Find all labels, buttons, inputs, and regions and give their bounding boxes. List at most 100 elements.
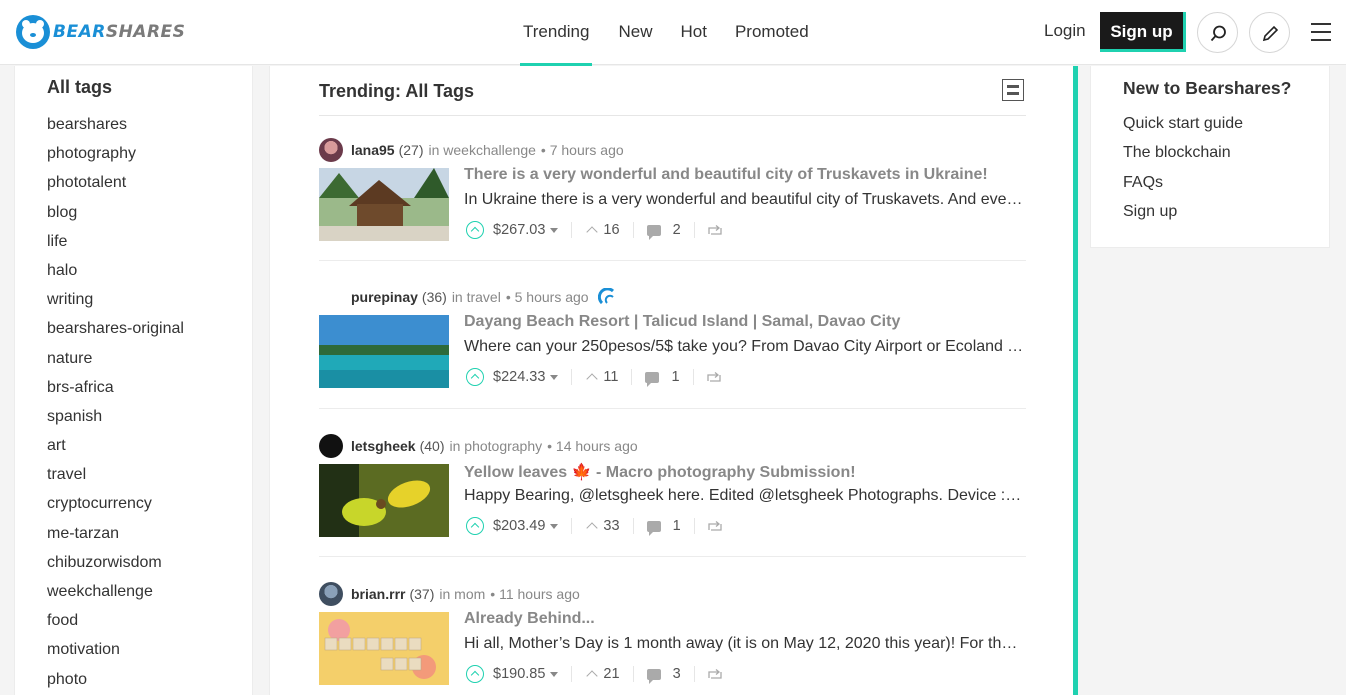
comment-icon[interactable] [645,371,660,387]
welcome-heading: New to Bearshares? [1123,78,1292,98]
nav-hot[interactable]: Hot [666,0,720,65]
vote-count[interactable]: 11 [603,369,618,385]
signup-button[interactable]: Sign up [1100,12,1186,52]
tag-link[interactable]: food [47,612,184,641]
caret-down-icon[interactable] [550,523,559,529]
author-name[interactable]: purepinay [351,289,418,305]
comment-count[interactable]: 3 [673,666,681,682]
post-thumbnail[interactable] [319,315,449,388]
payout-value[interactable]: $190.85 [493,666,545,682]
post-author-row: brian.rrr (37) in mom • 11 hours ago [319,582,580,606]
comment-icon[interactable] [646,224,661,240]
reblog-icon[interactable] [707,225,722,235]
tag-link[interactable]: motivation [47,641,184,670]
comment-count[interactable]: 2 [673,222,681,238]
upvote-icon[interactable] [466,665,484,683]
upvote-icon[interactable] [466,517,484,535]
layout-toggle-icon[interactable] [1002,79,1024,101]
post-title[interactable]: Yellow leaves 🍁 - Macro photography Subm… [464,462,1024,482]
post-author-row: letsgheek (40) in photography • 14 hours… [319,434,638,458]
tag-link[interactable]: brs-africa [47,379,184,408]
tag-link[interactable]: chibuzorwisdom [47,554,184,583]
reblog-icon[interactable] [706,372,721,382]
post-excerpt[interactable]: In Ukraine there is a very wonderful and… [464,191,1024,209]
caret-down-icon[interactable] [550,374,559,380]
tag-link[interactable]: writing [47,291,184,320]
tag-link[interactable]: life [47,233,184,262]
tag-link[interactable]: photo [47,671,184,695]
tag-link[interactable]: blog [47,204,184,233]
tag-link[interactable]: art [47,437,184,466]
tag-link[interactable]: nature [47,350,184,379]
post-time: • 5 hours ago [505,289,589,305]
payout-value[interactable]: $267.03 [493,222,545,238]
write-post-button[interactable] [1249,12,1290,53]
tag-link[interactable]: bearshares-original [47,320,184,349]
comment-count[interactable]: 1 [671,369,679,385]
nav-new[interactable]: New [604,0,666,65]
author-name[interactable]: lana95 [351,142,395,158]
post-excerpt[interactable]: Happy Bearing, @letsgheek here. Edited @… [464,487,1024,505]
hamburger-menu-icon[interactable] [1311,23,1331,47]
caret-down-icon[interactable] [550,227,559,233]
divider [319,260,1026,261]
feed-title: Trending: All Tags [319,81,475,101]
vote-count[interactable]: 33 [603,518,619,534]
post-excerpt[interactable]: Hi all, Mother’s Day is 1 month away (it… [464,635,1024,653]
comment-count[interactable]: 1 [673,518,681,534]
votes-icon [586,522,599,534]
post-category[interactable]: in mom [439,586,485,602]
payout-value[interactable]: $203.49 [493,518,545,534]
tag-link[interactable]: cryptocurrency [47,495,184,524]
nav-trending[interactable]: Trending [520,0,593,66]
post-time: • 11 hours ago [490,586,580,602]
tag-link[interactable]: photography [47,145,184,174]
avatar[interactable] [319,434,343,458]
avatar[interactable] [319,582,343,606]
sidebar-link-blockchain[interactable]: The blockchain [1123,144,1243,173]
tag-link[interactable]: travel [47,466,184,495]
author-name[interactable]: letsgheek [351,438,416,454]
tag-link[interactable]: phototalent [47,174,184,203]
brand-name: BEARSHARES [53,22,186,42]
upvote-icon[interactable] [466,221,484,239]
post-category[interactable]: in weekchallenge [429,142,536,158]
upvote-icon[interactable] [466,368,484,386]
vote-count[interactable]: 16 [603,222,619,238]
divider [319,556,1026,557]
reblog-icon[interactable] [707,669,722,679]
post-category[interactable]: in photography [450,438,543,454]
vote-count[interactable]: 21 [603,666,619,682]
brand-logo[interactable]: BEARSHARES [16,15,185,49]
sidebar-link-faqs[interactable]: FAQs [1123,174,1243,203]
post-stats: $203.49 33 1 [466,515,722,537]
author-name[interactable]: brian.rrr [351,586,405,602]
avatar[interactable] [319,138,343,162]
avatar[interactable] [319,285,343,309]
post-stats: $224.33 11 1 [466,366,721,388]
login-link[interactable]: Login [1044,21,1086,41]
comment-icon[interactable] [646,668,661,684]
post-title[interactable]: Already Behind... [464,610,1024,628]
tag-link[interactable]: bearshares [47,116,184,145]
post-title[interactable]: There is a very wonderful and beautiful … [464,166,1024,184]
search-button[interactable] [1197,12,1238,53]
sidebar-link-signup[interactable]: Sign up [1123,203,1243,232]
post-category[interactable]: in travel [452,289,501,305]
tag-link[interactable]: spanish [47,408,184,437]
post-title[interactable]: Dayang Beach Resort | Talicud Island | S… [464,313,1024,331]
comment-icon[interactable] [646,520,661,536]
tag-link[interactable]: halo [47,262,184,291]
post-time: • 14 hours ago [547,438,638,454]
post-thumbnail[interactable] [319,464,449,537]
post-excerpt[interactable]: Where can your 250pesos/5$ take you? Fro… [464,338,1024,356]
post-thumbnail[interactable] [319,612,449,685]
sidebar-link-quick-start[interactable]: Quick start guide [1123,115,1243,144]
reblog-icon[interactable] [707,521,722,531]
caret-down-icon[interactable] [550,671,559,677]
tag-link[interactable]: me-tarzan [47,525,184,554]
nav-promoted[interactable]: Promoted [721,0,823,65]
payout-value[interactable]: $224.33 [493,369,545,385]
tag-link[interactable]: weekchallenge [47,583,184,612]
post-thumbnail[interactable] [319,168,449,241]
